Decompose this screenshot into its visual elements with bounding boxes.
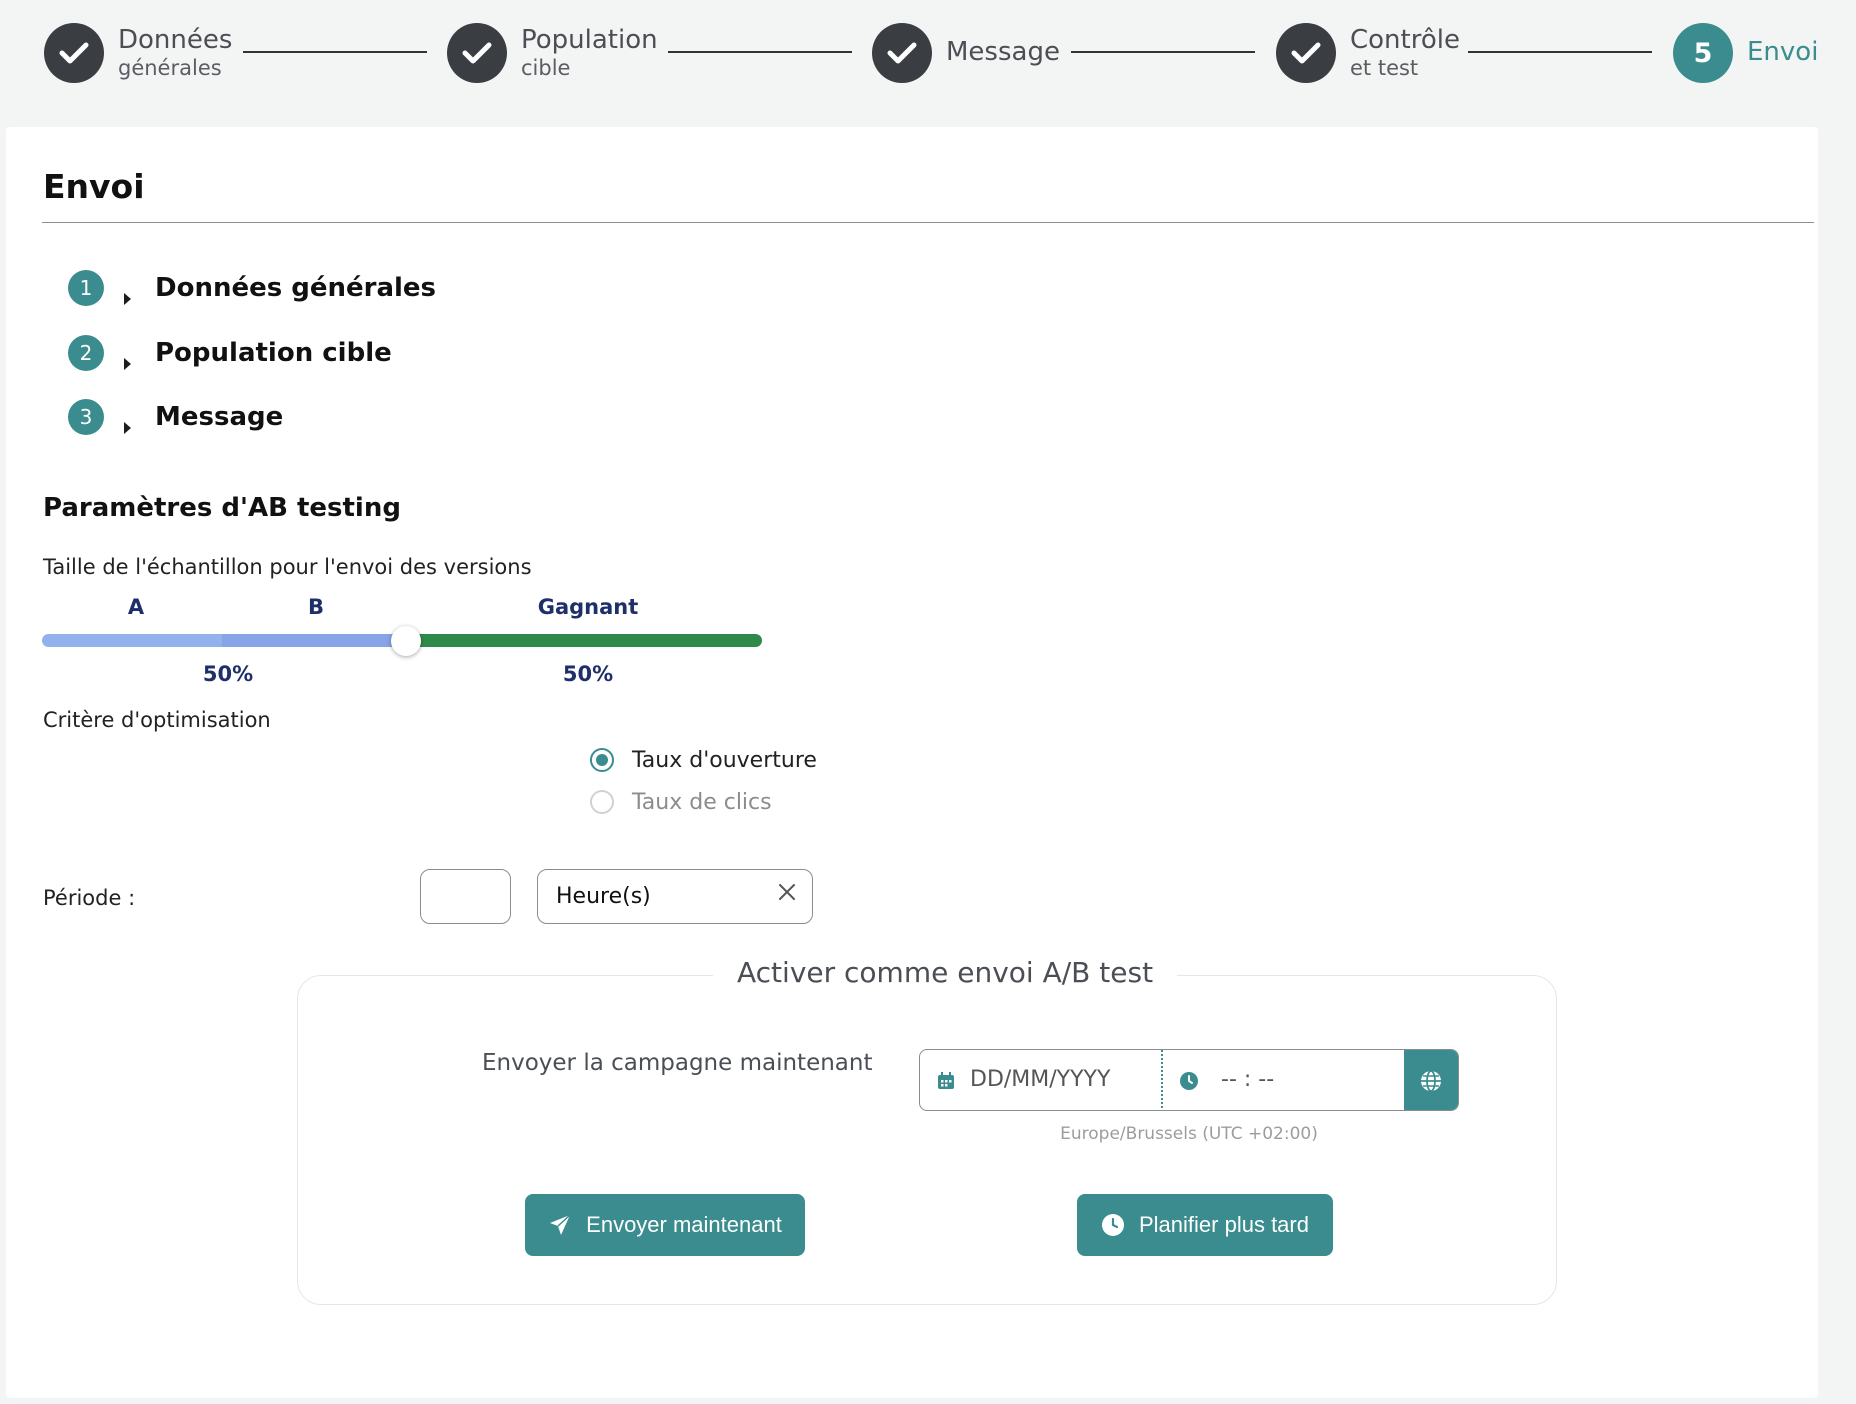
step-subtitle: et test xyxy=(1350,56,1419,81)
check-icon xyxy=(44,23,104,83)
step-controle-et-test[interactable]: Contrôle et test xyxy=(1276,22,1460,84)
send-now-label: Envoyer maintenant xyxy=(586,1212,782,1237)
step-title: Contrôle xyxy=(1350,24,1460,55)
stepper: Données générales Population cible Messa… xyxy=(0,0,1856,128)
step-title: Données xyxy=(118,24,233,55)
step-connector xyxy=(1071,51,1255,53)
radio-taux-ouverture[interactable]: Taux d'ouverture xyxy=(590,744,817,776)
step-title: Message xyxy=(946,37,1060,68)
timezone-button[interactable] xyxy=(1404,1050,1458,1110)
check-icon xyxy=(1276,23,1336,83)
step-title: Envoi xyxy=(1747,37,1819,68)
page-title: Envoi xyxy=(43,167,145,206)
clock-icon xyxy=(1180,1072,1198,1090)
period-unit-select[interactable]: Heure(s) xyxy=(537,869,813,924)
clock-icon xyxy=(1102,1214,1124,1236)
main-card: Envoi 1 Données générales 2 Population c… xyxy=(6,127,1818,1398)
sample-size-label: Taille de l'échantillon pour l'envoi des… xyxy=(43,555,532,579)
summary-item-population-cible[interactable]: 2 Population cible xyxy=(68,333,392,373)
summary-label: Données générales xyxy=(155,273,437,303)
slider-label-winner: Gagnant xyxy=(537,595,639,619)
caret-right-icon xyxy=(124,358,131,370)
step-title: Population xyxy=(521,24,658,55)
step-subtitle: générales xyxy=(118,56,222,81)
calendar-icon xyxy=(938,1072,954,1089)
step-connector xyxy=(243,51,427,53)
divider xyxy=(42,222,1814,223)
select-value: Heure(s) xyxy=(556,884,651,909)
paper-plane-icon xyxy=(550,1214,571,1235)
time-placeholder: -- : -- xyxy=(1221,1067,1275,1092)
ab-panel-legend: Activer comme envoi A/B test xyxy=(713,956,1178,989)
summary-item-message[interactable]: 3 Message xyxy=(68,397,283,437)
globe-icon xyxy=(1421,1070,1441,1092)
check-icon xyxy=(872,23,932,83)
slider-segment-b xyxy=(222,634,412,647)
slider-test-percent: 50% xyxy=(202,662,254,686)
step-envoi[interactable]: 5 Envoi xyxy=(1673,22,1818,84)
step-population-cible[interactable]: Population cible xyxy=(447,22,658,84)
step-number-badge: 3 xyxy=(68,399,104,435)
summary-label: Message xyxy=(155,402,284,432)
radio-label: Taux d'ouverture xyxy=(632,747,817,773)
step-donnees-generales[interactable]: Données générales xyxy=(44,22,232,84)
sample-size-slider-handle[interactable] xyxy=(391,626,421,656)
schedule-later-button[interactable]: Planifier plus tard xyxy=(1077,1194,1333,1256)
timezone-text: Europe/Brussels (UTC +02:00) xyxy=(1060,1124,1318,1144)
step-connector xyxy=(1468,51,1652,53)
step-number: 5 xyxy=(1673,23,1733,83)
radio-button[interactable] xyxy=(590,790,614,814)
time-field[interactable]: -- : -- xyxy=(1165,1050,1406,1110)
slider-segment-winner xyxy=(406,634,762,647)
slider-label-b: B xyxy=(307,595,324,619)
step-subtitle: cible xyxy=(521,56,571,81)
caret-right-icon xyxy=(124,422,131,434)
datetime-picker: DD/MM/YYYY -- : -- xyxy=(919,1049,1459,1111)
close-icon[interactable] xyxy=(776,881,798,903)
period-label: Période : xyxy=(43,886,136,910)
step-number-badge: 1 xyxy=(68,270,104,306)
send-now-button[interactable]: Envoyer maintenant xyxy=(525,1194,805,1256)
caret-right-icon xyxy=(124,293,131,305)
date-field[interactable]: DD/MM/YYYY xyxy=(920,1050,1163,1110)
date-placeholder: DD/MM/YYYY xyxy=(970,1067,1111,1092)
radio-label: Taux de clics xyxy=(632,789,772,815)
ab-test-activation-panel: Activer comme envoi A/B test Envoyer la … xyxy=(297,956,1557,1305)
step-connector xyxy=(668,51,852,53)
slider-label-a: A xyxy=(127,595,145,619)
radio-taux-clics[interactable]: Taux de clics xyxy=(590,786,772,818)
summary-label: Population cible xyxy=(155,338,392,368)
check-icon xyxy=(447,23,507,83)
slider-winner-percent: 50% xyxy=(562,662,614,686)
send-now-label: Envoyer la campagne maintenant xyxy=(482,1050,873,1076)
optimization-criteria-label: Critère d'optimisation xyxy=(43,708,271,732)
radio-button[interactable] xyxy=(590,748,614,772)
schedule-later-label: Planifier plus tard xyxy=(1139,1212,1309,1237)
period-value-input[interactable] xyxy=(420,869,511,924)
ab-settings-title: Paramètres d'AB testing xyxy=(43,493,401,523)
step-number-badge: 2 xyxy=(68,335,104,371)
step-message[interactable]: Message xyxy=(872,22,1060,84)
summary-item-donnees-generales[interactable]: 1 Données générales xyxy=(68,268,436,308)
slider-segment-a xyxy=(42,634,228,647)
